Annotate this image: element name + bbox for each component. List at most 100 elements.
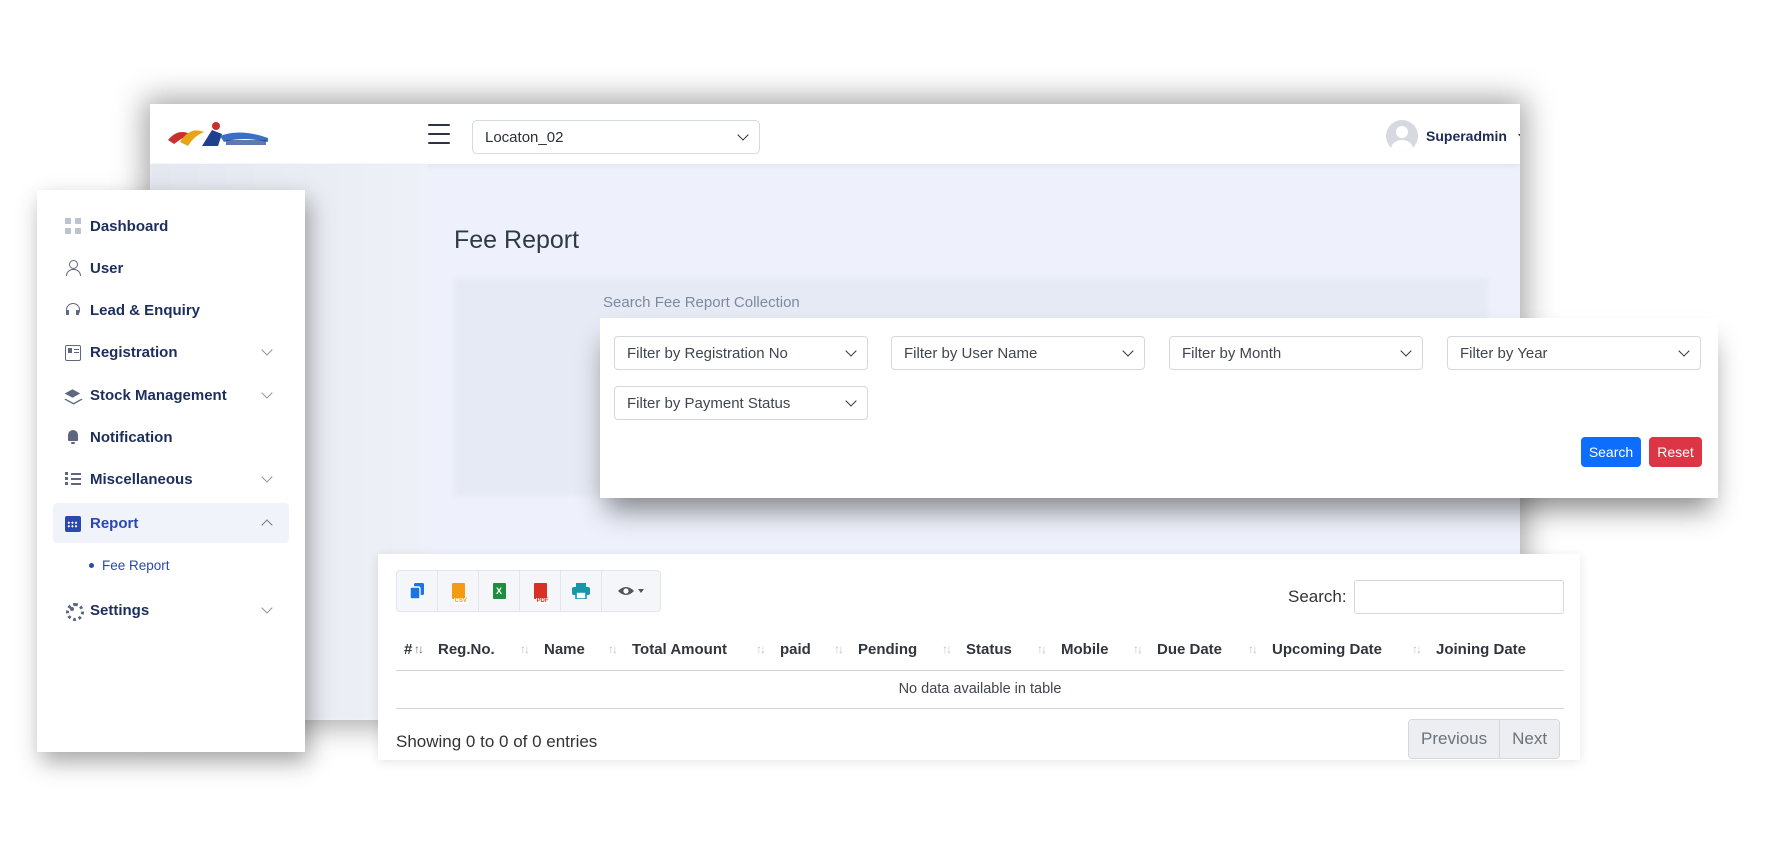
location-select-value: Locaton_02 xyxy=(485,128,564,146)
bell-icon xyxy=(65,429,81,445)
pdf-file-icon: PDF xyxy=(533,583,550,604)
csv-export-button[interactable]: CSV xyxy=(438,571,479,611)
excel-export-button[interactable]: X xyxy=(479,571,520,611)
filter-payment-status-label: Filter by Payment Status xyxy=(627,394,791,412)
sidebar-item-stock-management[interactable]: Stock Management xyxy=(53,375,289,415)
sidebar-subitem-label: Fee Report xyxy=(102,558,170,573)
sidebar-item-label: Miscellaneous xyxy=(90,470,193,488)
sort-icon: ↑↓ xyxy=(1412,642,1422,656)
export-button-group: CSV X PDF xyxy=(396,570,661,612)
chevron-down-icon xyxy=(845,395,857,407)
sidebar-item-label: Lead & Enquiry xyxy=(90,301,201,319)
chevron-down-icon xyxy=(1122,345,1134,357)
column-header-label: Joining Date xyxy=(1436,641,1527,659)
brand-logo[interactable] xyxy=(164,116,274,152)
location-select[interactable]: Locaton_02 xyxy=(472,120,760,154)
column-header-label: # xyxy=(404,641,413,659)
sort-icon: ↑↓ xyxy=(414,642,424,656)
column-visibility-button[interactable] xyxy=(602,571,660,611)
avatar xyxy=(1386,120,1418,152)
sort-icon: ↑↓ xyxy=(608,642,618,656)
filter-user-name-select[interactable]: Filter by User Name xyxy=(891,336,1145,370)
filter-registration-select[interactable]: Filter by Registration No xyxy=(614,336,868,370)
filter-user-name-label: Filter by User Name xyxy=(904,344,1038,362)
sidebar-item-registration[interactable]: Registration xyxy=(53,332,289,372)
reset-button[interactable]: Reset xyxy=(1649,437,1702,467)
column-header-label: Status xyxy=(966,641,1012,659)
table-panel: CSV X PDF Search: # ↑↓ Reg.No. ↑↓ Name ↑… xyxy=(378,554,1580,760)
filter-payment-status-select[interactable]: Filter by Payment Status xyxy=(614,386,868,420)
headset-icon xyxy=(65,302,81,318)
menu-toggle-icon[interactable] xyxy=(428,124,450,144)
sidebar-item-settings[interactable]: Settings xyxy=(53,590,289,630)
filter-year-select[interactable]: Filter by Year xyxy=(1447,336,1701,370)
previous-page-button[interactable]: Previous xyxy=(1409,720,1500,758)
column-header-label: paid xyxy=(780,641,811,659)
user-menu[interactable]: Superadmin xyxy=(1386,120,1520,152)
page-title: Fee Report xyxy=(454,226,580,254)
user-name: Superadmin xyxy=(1426,128,1507,144)
entries-info: Showing 0 to 0 of 0 entries xyxy=(396,732,598,751)
column-header-upcoming-date[interactable]: Upcoming Date ↑↓ xyxy=(1264,630,1428,671)
csv-file-icon: CSV xyxy=(451,583,468,604)
gear-icon xyxy=(65,602,84,621)
chevron-down-icon xyxy=(261,344,273,356)
column-header-paid[interactable]: paid ↑↓ xyxy=(772,630,850,671)
next-page-button[interactable]: Next xyxy=(1499,720,1560,758)
sidebar-item-miscellaneous[interactable]: Miscellaneous xyxy=(53,459,289,499)
sort-icon: ↑↓ xyxy=(756,642,766,656)
search-card-heading: Search Fee Report Collection xyxy=(603,294,800,311)
column-header-joining-date[interactable]: Joining Date xyxy=(1428,630,1564,671)
filter-month-select[interactable]: Filter by Month xyxy=(1169,336,1423,370)
filter-month-label: Filter by Month xyxy=(1182,344,1282,362)
print-icon xyxy=(572,583,590,599)
chevron-down-icon xyxy=(737,129,749,141)
sidebar-item-label: Settings xyxy=(90,601,150,619)
excel-file-icon: X xyxy=(492,583,506,599)
column-header-label: Due Date xyxy=(1157,641,1223,659)
column-header-label: Name xyxy=(544,641,585,659)
chevron-down-icon xyxy=(261,471,273,483)
column-header-pending[interactable]: Pending ↑↓ xyxy=(850,630,958,671)
column-header-mobile[interactable]: Mobile ↑↓ xyxy=(1053,630,1149,671)
user-icon xyxy=(65,260,81,276)
column-header-status[interactable]: Status ↑↓ xyxy=(958,630,1053,671)
sort-icon: ↑↓ xyxy=(1248,642,1258,656)
column-header-total-amount[interactable]: Total Amount ↑↓ xyxy=(624,630,772,671)
sidebar-item-user[interactable]: User xyxy=(53,248,289,288)
filter-panel: Filter by Registration No Filter by User… xyxy=(600,318,1718,498)
pagination: Previous Next xyxy=(1408,719,1561,759)
sidebar-item-label: Notification xyxy=(90,428,173,446)
table-search-input[interactable] xyxy=(1354,580,1564,614)
pdf-export-button[interactable]: PDF xyxy=(520,571,561,611)
column-header-label: Reg.No. xyxy=(438,641,495,659)
sidebar-item-notification[interactable]: Notification xyxy=(53,417,289,457)
column-header-reg-no[interactable]: Reg.No. ↑↓ xyxy=(430,630,536,671)
sidebar-item-label: User xyxy=(90,259,124,277)
column-header-name[interactable]: Name ↑↓ xyxy=(536,630,624,671)
sidebar-subitem-fee-report[interactable]: Fee Report xyxy=(89,558,170,573)
csv-tag: CSV xyxy=(453,598,468,604)
dashboard-icon xyxy=(65,218,81,234)
column-header-due-date[interactable]: Due Date ↑↓ xyxy=(1149,630,1264,671)
table-header-row: # ↑↓ Reg.No. ↑↓ Name ↑↓ Total Amount ↑↓ paid… xyxy=(396,630,1564,671)
sort-icon: ↑↓ xyxy=(1133,642,1143,656)
sidebar-item-lead-enquiry[interactable]: Lead & Enquiry xyxy=(53,290,289,330)
chevron-down-icon xyxy=(261,602,273,614)
bullet-icon xyxy=(89,563,94,568)
table-row: No data available in table xyxy=(396,670,1564,709)
print-button[interactable] xyxy=(561,571,602,611)
sidebar-item-report[interactable]: Report xyxy=(53,503,289,543)
column-header-label: Mobile xyxy=(1061,641,1109,659)
search-button[interactable]: Search xyxy=(1581,437,1641,467)
excel-tag: X xyxy=(495,586,502,596)
eye-icon xyxy=(618,587,644,595)
top-navbar: Locaton_02 Superadmin xyxy=(150,104,1520,164)
copy-button[interactable] xyxy=(397,571,438,611)
chevron-down-icon xyxy=(261,387,273,399)
chevron-down-icon xyxy=(1678,345,1690,357)
sidebar-item-dashboard[interactable]: Dashboard xyxy=(53,206,289,246)
caret-down-icon xyxy=(1517,133,1520,139)
column-header-index[interactable]: # ↑↓ xyxy=(396,630,430,671)
column-header-label: Upcoming Date xyxy=(1272,641,1383,659)
